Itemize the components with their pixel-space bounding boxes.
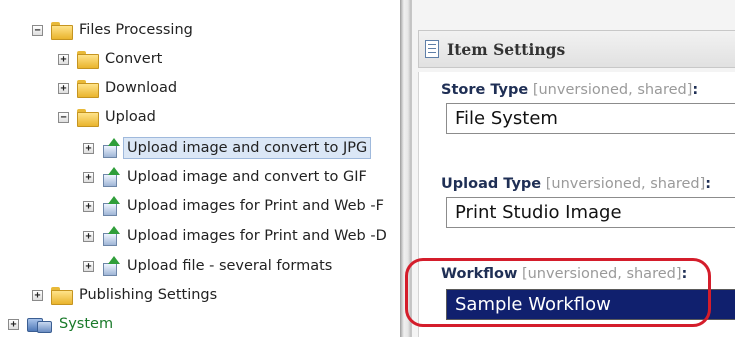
tree-node-upload-several-formats[interactable]: + Upload file - several formats <box>83 253 336 279</box>
workflow-field: Workflow [unversioned, shared]: Sample W… <box>418 238 735 337</box>
collapse-toggle[interactable]: − <box>32 24 43 36</box>
tree-node-upload[interactable]: − Upload <box>58 104 160 130</box>
tree-node-label[interactable]: Download <box>101 77 181 99</box>
field-name: Workflow <box>441 266 518 282</box>
item-settings-panel: Item Settings Store Type [unversioned, s… <box>412 0 735 337</box>
panel-splitter[interactable] <box>400 0 412 337</box>
tree-node-upload-gif[interactable]: + Upload image and convert to GIF <box>83 164 371 190</box>
expand-toggle[interactable]: + <box>58 53 69 65</box>
upload-action-icon <box>102 196 120 216</box>
field-colon: : <box>705 176 712 192</box>
upload-type-input[interactable]: Print Studio Image <box>446 197 735 228</box>
upload-action-icon <box>102 167 120 187</box>
folder-icon <box>51 22 73 40</box>
expand-toggle[interactable]: + <box>8 318 19 330</box>
expand-toggle[interactable]: + <box>83 142 94 154</box>
field-colon: : <box>681 266 688 282</box>
document-icon <box>425 40 439 58</box>
folder-icon <box>77 80 99 98</box>
tree-node-download[interactable]: + Download <box>58 75 181 101</box>
field-meta: [unversioned, shared] <box>521 266 682 282</box>
tree-node-system[interactable]: + System <box>8 311 117 337</box>
upload-action-icon <box>102 226 120 246</box>
tree-node-label[interactable]: Publishing Settings <box>75 284 221 306</box>
tree-node-label[interactable]: Files Processing <box>75 19 197 41</box>
field-meta: [unversioned, shared] <box>545 176 706 192</box>
field-name: Upload Type <box>441 176 542 192</box>
field-colon: : <box>692 82 699 98</box>
content-tree: − Files Processing + Convert + Download … <box>0 0 400 337</box>
section-title: Item Settings <box>447 39 566 59</box>
tree-node-label[interactable]: Upload images for Print and Web -F <box>123 195 388 217</box>
collapse-toggle[interactable]: − <box>58 111 69 123</box>
tree-node-upload-print-web-d[interactable]: + Upload images for Print and Web -D <box>83 223 391 249</box>
field-label: Store Type [unversioned, shared]: <box>441 82 698 98</box>
tree-node-label[interactable]: Upload image and convert to GIF <box>123 166 371 188</box>
folder-icon <box>77 109 99 127</box>
workflow-input[interactable]: Sample Workflow <box>446 289 735 320</box>
field-meta: [unversioned, shared] <box>532 82 693 98</box>
tree-node-label[interactable]: Upload image and convert to JPG <box>123 137 372 159</box>
tree-node-label[interactable]: Convert <box>101 48 166 70</box>
tree-node-label[interactable]: Upload file - several formats <box>123 255 336 277</box>
upload-action-icon <box>102 256 120 276</box>
folder-icon <box>77 51 99 69</box>
upload-action-icon <box>102 138 120 158</box>
tree-node-upload-print-web-f[interactable]: + Upload images for Print and Web -F <box>83 193 388 219</box>
expand-toggle[interactable]: + <box>83 171 94 183</box>
tree-node-label[interactable]: Upload <box>101 106 160 128</box>
item-settings-header[interactable]: Item Settings <box>418 30 735 68</box>
folder-icon <box>51 287 73 305</box>
tree-node-files-processing[interactable]: − Files Processing <box>32 17 197 43</box>
expand-toggle[interactable]: + <box>83 200 94 212</box>
expand-toggle[interactable]: + <box>32 289 43 301</box>
tree-node-upload-jpg[interactable]: + Upload image and convert to JPG <box>83 135 372 161</box>
field-name: Store Type <box>441 82 529 98</box>
field-label: Workflow [unversioned, shared]: <box>441 266 687 282</box>
store-type-input[interactable]: File System <box>446 103 735 134</box>
expand-toggle[interactable]: + <box>83 230 94 242</box>
tree-node-label[interactable]: Upload images for Print and Web -D <box>123 225 391 247</box>
system-icon <box>27 316 52 333</box>
field-label: Upload Type [unversioned, shared]: <box>441 176 711 192</box>
upload-type-field: Upload Type [unversioned, shared]: Print… <box>418 150 735 238</box>
expand-toggle[interactable]: + <box>58 82 69 94</box>
expand-toggle[interactable]: + <box>83 260 94 272</box>
tree-node-convert[interactable]: + Convert <box>58 46 166 72</box>
tree-node-publishing-settings[interactable]: + Publishing Settings <box>32 282 221 308</box>
tree-node-label[interactable]: System <box>55 313 117 335</box>
store-type-field: Store Type [unversioned, shared]: File S… <box>418 72 735 150</box>
